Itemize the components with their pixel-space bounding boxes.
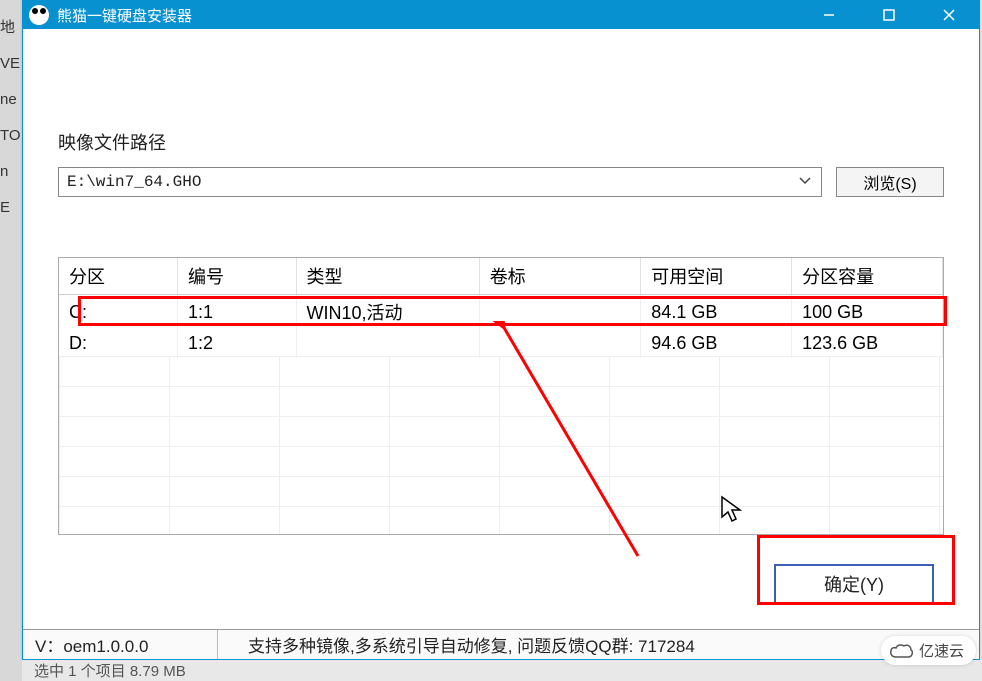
window-title: 熊猫一键硬盘安装器 — [57, 5, 799, 26]
status-message: 支持多种镜像,多系统引导自动修复, 问题反馈QQ群: 717284 — [218, 632, 695, 657]
watermark-text: 亿速云 — [919, 640, 964, 661]
titlebar: 熊猫一键硬盘安装器 — [23, 1, 979, 29]
browse-button[interactable]: 浏览(S) — [836, 167, 944, 197]
partition-table: 分区 编号 类型 卷标 可用空间 分区容量 C: 1:1 WIN10,活动 8 — [59, 258, 943, 358]
maximize-button[interactable] — [859, 1, 919, 29]
header-capacity[interactable]: 分区容量 — [792, 258, 943, 295]
panda-icon — [29, 5, 49, 25]
ok-button[interactable]: 确定(Y) — [774, 564, 934, 604]
image-path-row: E:\win7_64.GHO 浏览(S) — [58, 167, 944, 197]
statusbar: V：oem1.0.0.0 支持多种镜像,多系统引导自动修复, 问题反馈QQ群: … — [23, 629, 979, 659]
table-gridlines — [59, 356, 943, 534]
partition-table-wrap: 分区 编号 类型 卷标 可用空间 分区容量 C: 1:1 WIN10,活动 8 — [58, 257, 944, 535]
window-controls — [799, 1, 979, 29]
installer-window: 熊猫一键硬盘安装器 映像文件路径 E:\win7_64.GHO 浏览(S) — [22, 0, 980, 660]
background-bottom-strip: 选中 1 个项目 8.79 MB — [22, 660, 980, 681]
header-partition[interactable]: 分区 — [59, 258, 178, 295]
status-version: V：oem1.0.0.0 — [23, 630, 218, 659]
table-row[interactable]: D: 1:2 94.6 GB 123.6 GB — [59, 329, 943, 358]
chevron-down-icon — [797, 172, 813, 193]
image-path-label: 映像文件路径 — [58, 129, 944, 155]
cloud-icon — [889, 642, 913, 660]
close-button[interactable] — [919, 1, 979, 29]
content-area: 映像文件路径 E:\win7_64.GHO 浏览(S) 分区 编号 类型 — [23, 29, 979, 629]
image-path-value: E:\win7_64.GHO — [67, 173, 201, 191]
header-number[interactable]: 编号 — [178, 258, 297, 295]
table-header-row: 分区 编号 类型 卷标 可用空间 分区容量 — [59, 258, 943, 295]
header-free[interactable]: 可用空间 — [641, 258, 792, 295]
header-volume[interactable]: 卷标 — [479, 258, 641, 295]
minimize-button[interactable] — [799, 1, 859, 29]
table-row[interactable]: C: 1:1 WIN10,活动 84.1 GB 100 GB — [59, 295, 943, 330]
header-type[interactable]: 类型 — [296, 258, 479, 295]
background-left-strip: 地 VE ne TO n E — [0, 0, 22, 681]
image-path-combobox[interactable]: E:\win7_64.GHO — [58, 167, 822, 197]
watermark-badge: 亿速云 — [881, 636, 976, 665]
